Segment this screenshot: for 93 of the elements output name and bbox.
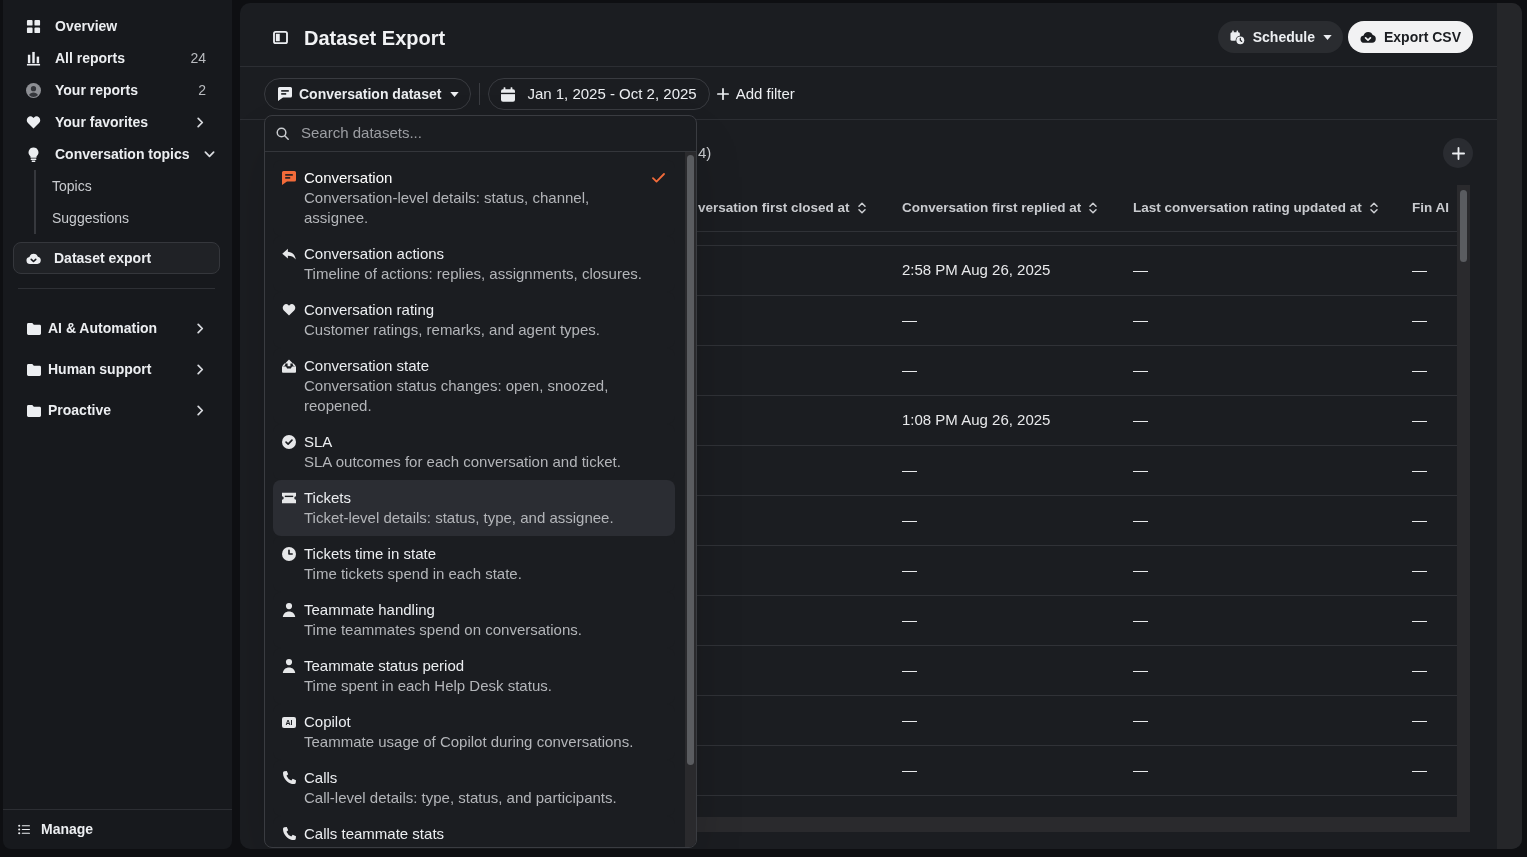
table-cell-text: — (902, 710, 917, 731)
column-header[interactable]: versation first closed at (698, 197, 866, 219)
table-cell-text: 2:58 PM Aug 26, 2025 (902, 260, 1051, 281)
bar-chart-icon (26, 50, 41, 66)
folder-icon (27, 322, 41, 335)
list-icon (18, 824, 30, 835)
user-avatar-icon (26, 82, 41, 98)
check-circle-icon (282, 435, 296, 449)
table-cell-text: — (902, 560, 917, 581)
scrollbar-thumb[interactable] (1460, 190, 1467, 262)
lightbulb-icon (26, 146, 41, 162)
clock-icon (282, 547, 296, 561)
person-icon (282, 603, 296, 617)
table-cell-text: — (1412, 710, 1427, 731)
scrollbar-thumb[interactable] (687, 155, 694, 765)
calendar-clock-icon (1229, 29, 1245, 45)
table-cell-text: 1:08 PM Aug 26, 2025 (902, 410, 1051, 431)
person-icon (282, 659, 296, 673)
nav-subitem[interactable]: Topics (52, 170, 220, 202)
table-cell-text: — (902, 460, 917, 481)
nav-subitem[interactable]: Suggestions (52, 202, 220, 234)
reply-arrow-icon (282, 247, 296, 261)
table-cell-text: — (1412, 260, 1427, 281)
calendar-icon (501, 86, 516, 102)
folder-icon (27, 404, 41, 417)
column-header[interactable]: Last conversation rating updated at (1133, 197, 1378, 219)
table-cell-text: — (1412, 460, 1427, 481)
table-cell-text: — (1133, 710, 1148, 731)
nav-item[interactable]: Dataset export (13, 242, 220, 274)
dataset-option[interactable]: Tickets Ticket-level details: status, type, and assignee. (273, 480, 675, 536)
chat-bubble-icon (282, 171, 296, 185)
sort-icon (1369, 202, 1378, 214)
table-cell-text: — (1133, 760, 1148, 781)
table-cell-text: — (902, 610, 917, 631)
schedule-button[interactable]: Schedule (1217, 21, 1343, 53)
caret-down-icon (450, 91, 460, 97)
nav-item[interactable]: Overview (13, 10, 220, 42)
table-cell-text: — (902, 360, 917, 381)
heart-icon (26, 114, 41, 130)
table-cell-text: — (1412, 610, 1427, 631)
manage-button[interactable]: Manage (18, 819, 94, 840)
inbox-tray-icon (282, 359, 296, 373)
table-cell-text: — (1412, 360, 1427, 381)
nav-item[interactable]: Your favorites (13, 106, 220, 138)
phone-icon (282, 771, 296, 785)
plus-icon (716, 88, 729, 100)
export-csv-button[interactable]: Export CSV (1348, 21, 1473, 53)
table-cell-text: — (1412, 310, 1427, 331)
table-cell-text: — (902, 310, 917, 331)
table-cell-text: — (1133, 610, 1148, 631)
page-title: Dataset Export (304, 26, 446, 51)
nav-item[interactable]: Your reports 2 (13, 74, 220, 106)
column-header[interactable]: Fin AI (1412, 197, 1449, 219)
nav-item[interactable]: Conversation topics (13, 138, 220, 170)
table-cell-text: — (1133, 560, 1148, 581)
row-count: 4) (698, 142, 712, 163)
table-cell-text: — (1133, 310, 1148, 331)
table-cell-text: — (1412, 410, 1427, 431)
plus-icon (1451, 146, 1465, 160)
add-filter-button[interactable]: Add filter (716, 78, 795, 110)
caret-down-icon (1323, 34, 1332, 40)
table-cell-text: — (1412, 660, 1427, 681)
table-cell-text: — (1133, 410, 1148, 431)
cloud-download-icon (1360, 31, 1376, 43)
add-column-button[interactable] (1443, 138, 1473, 168)
nav-folder[interactable]: Human support (13, 349, 220, 390)
phone-icon (282, 827, 296, 841)
search-icon (276, 127, 289, 140)
table-cell-text: — (1133, 260, 1148, 281)
table-cell-text: — (1133, 660, 1148, 681)
folder-icon (27, 363, 41, 376)
chat-bubble-icon (278, 87, 292, 101)
search-field[interactable]: Search datasets... (301, 122, 684, 145)
nav-folder[interactable]: AI & Automation (13, 308, 220, 349)
heart-icon (282, 303, 296, 317)
ticket-icon (282, 491, 296, 505)
table-cell-text: — (1133, 460, 1148, 481)
table-cell-text: — (1133, 510, 1148, 531)
checkmark-icon (652, 173, 665, 183)
table-cell-text: — (1133, 360, 1148, 381)
panel-icon (272, 31, 288, 44)
table-cell-text: — (1412, 760, 1427, 781)
sort-icon (857, 202, 866, 214)
nav-item[interactable]: All reports 24 (13, 42, 220, 74)
table-cell-text: — (902, 760, 917, 781)
table-cell-text: — (1412, 560, 1427, 581)
table-cell-text: — (902, 660, 917, 681)
nav-folder[interactable]: Proactive (13, 390, 220, 431)
sort-icon (1089, 202, 1098, 214)
column-header[interactable]: Conversation first replied at (902, 197, 1098, 219)
table-cell-text: — (902, 510, 917, 531)
grid-icon (26, 18, 41, 34)
table-cell-text: — (1412, 510, 1427, 531)
